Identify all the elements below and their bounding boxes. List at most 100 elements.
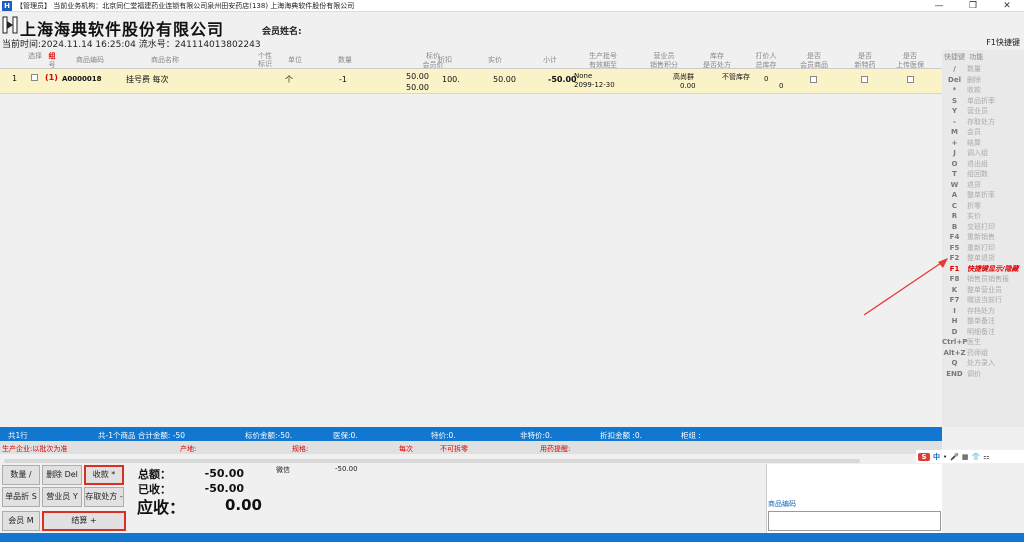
shortcut-item[interactable]: F2 整单退货 xyxy=(942,253,1024,263)
shortcut-item[interactable]: K 整单营业员 xyxy=(942,285,1024,295)
shortcut-item[interactable]: A 整单折率 xyxy=(942,190,1024,200)
row-rebate: 100. xyxy=(442,75,460,84)
shortcut-item[interactable]: B 交班打印 xyxy=(942,222,1024,232)
rx-store-button[interactable]: 存取处方 - xyxy=(84,487,124,507)
shortcut-item[interactable]: F7 赠送当前行 xyxy=(942,295,1024,305)
info-origin: 产地: xyxy=(180,445,197,453)
total-label: 总额： xyxy=(138,468,171,481)
ime-menu-icon[interactable]: ⚏ xyxy=(983,453,989,461)
info-manufacturer: 生产企业:以批次为准 xyxy=(2,445,68,453)
shortcut-item[interactable]: T 组回数 xyxy=(942,169,1024,179)
shortcut-label: 调入组 xyxy=(967,149,988,157)
ime-lang-icon[interactable]: 中 xyxy=(933,452,940,462)
delete-button[interactable]: 删除 Del xyxy=(42,465,82,485)
row-upload-checkbox[interactable] xyxy=(907,76,914,83)
row-unit: 个 xyxy=(285,75,293,84)
product-code-input[interactable] xyxy=(768,511,941,531)
row-sales-staff[interactable]: 高尚群 xyxy=(673,73,694,82)
table-row[interactable]: 1 (1) A0000018 挂号费 每次 个 -1 50.00 50.00 1… xyxy=(0,70,942,94)
shortcut-key: R xyxy=(951,212,958,220)
sales-staff-button[interactable]: 营业员 Y xyxy=(42,487,82,507)
shortcut-item[interactable]: / 数量 xyxy=(942,64,1024,74)
col-discount-flag: 个性标识 xyxy=(258,52,272,68)
shortcut-item[interactable]: END 调价 xyxy=(942,369,1024,379)
shortcut-item[interactable]: Alt+Z药师组 xyxy=(942,348,1024,358)
shortcut-label: 收款 xyxy=(967,86,981,94)
shortcut-item[interactable]: - 存取处方 xyxy=(942,117,1024,127)
shortcut-label: 交班打印 xyxy=(967,222,995,231)
paid-value: -50.00 xyxy=(204,482,244,495)
status-special: 特价:0. xyxy=(431,431,456,440)
row-select-checkbox[interactable] xyxy=(31,74,38,81)
shortcut-item[interactable]: O 退出组 xyxy=(942,159,1024,169)
shortcut-item[interactable]: F5 重新打印 xyxy=(942,243,1024,253)
settle-button[interactable]: 结算 + xyxy=(42,511,126,531)
row-qty[interactable]: -1 xyxy=(339,75,347,84)
col-group: 组 xyxy=(48,52,56,60)
shortcut-item[interactable]: F1 快捷键显示/隐藏 xyxy=(942,264,1024,274)
window-title: 【管理员】 当前业务机构：北京同仁堂福建药业连锁有限公司泉州田安药店(138) … xyxy=(16,1,355,10)
shortcut-key-header: 快捷键 xyxy=(944,53,965,61)
collect-button[interactable]: 收款 * xyxy=(84,465,124,485)
shortcut-item[interactable]: C 折零 xyxy=(942,201,1024,211)
ime-punct-icon[interactable]: • xyxy=(943,453,947,461)
ime-keyboard-icon[interactable]: ▦ xyxy=(962,453,969,461)
shortcut-item[interactable]: S 单品折率 xyxy=(942,96,1024,106)
col-name: 商品名称 xyxy=(151,56,179,64)
shortcut-item[interactable]: Y 营业员 xyxy=(942,106,1024,116)
shortcut-key: D xyxy=(951,327,958,336)
ime-logo-icon[interactable]: S xyxy=(918,453,930,461)
row-print-count: 0 xyxy=(764,75,769,83)
col-stock: 库存 xyxy=(710,52,724,60)
shortcut-label: 赠送当前行 xyxy=(967,296,1002,304)
single-discount-button[interactable]: 单品折 S xyxy=(2,487,40,507)
shortcut-item[interactable]: H 整单备注 xyxy=(942,316,1024,326)
close-button[interactable]: ✕ xyxy=(990,0,1024,12)
qty-button[interactable]: 数量 / xyxy=(2,465,40,485)
shortcut-item[interactable]: W 退货 xyxy=(942,180,1024,190)
shortcut-item[interactable]: J 调入组 xyxy=(942,148,1024,158)
shortcut-item[interactable]: I 存档处方 xyxy=(942,306,1024,316)
row-stock-status: 不管库存 xyxy=(722,73,750,81)
shortcut-key: B xyxy=(951,222,958,231)
member-button[interactable]: 会员 M xyxy=(2,511,40,531)
annotation-arrow-icon xyxy=(863,258,948,316)
row-member-goods-checkbox[interactable] xyxy=(810,76,817,83)
shortcut-item[interactable]: * 收款 xyxy=(942,85,1024,95)
shortcut-label: 单品折率 xyxy=(967,96,995,105)
maximize-button[interactable]: ❐ xyxy=(956,0,990,12)
shortcut-key: W xyxy=(950,180,959,189)
row-new-goods-checkbox[interactable] xyxy=(861,76,868,83)
minimize-button[interactable]: — xyxy=(922,0,956,12)
window-controls: — ❐ ✕ xyxy=(922,0,1024,12)
shortcut-item[interactable]: + 结算 xyxy=(942,138,1024,148)
info-warning: 用药提醒: xyxy=(540,445,571,453)
status-bar: 共1行 共-1个商品 合计金额: -50 标价金额:-50. 医保:0. 特价:… xyxy=(0,427,942,441)
pay-method: 微信 xyxy=(276,466,290,474)
shortcut-label: 销售员销售报 xyxy=(967,275,1009,283)
shortcut-label: 实价 xyxy=(967,212,981,220)
shortcut-item[interactable]: Ctrl+P医生 xyxy=(942,337,1024,347)
row-total-stock: 0 xyxy=(779,82,784,90)
shortcut-item[interactable]: Q 处方录入 xyxy=(942,358,1024,368)
shortcut-item[interactable]: D 明细备注 xyxy=(942,327,1024,337)
shortcut-item[interactable]: Del 删除 xyxy=(942,75,1024,85)
ime-voice-icon[interactable]: 🎤 xyxy=(950,453,959,461)
shortcut-label: 重新销售 xyxy=(967,233,995,241)
shortcut-func-header: 功能 xyxy=(969,53,984,61)
ime-skin-icon[interactable]: 👕 xyxy=(971,453,980,461)
shortcut-item[interactable]: F4 重新销售 xyxy=(942,232,1024,242)
row-list-price: 50.00 xyxy=(406,72,429,81)
bottom-strip xyxy=(0,533,1024,542)
shortcut-item[interactable]: R 实价 xyxy=(942,211,1024,221)
col-is-member: 是否 xyxy=(807,52,821,60)
row-actual-price: 50.00 xyxy=(493,75,516,84)
ime-toolbar: S 中 • 🎤 ▦ 👕 ⚏ xyxy=(916,450,1024,464)
product-info-bar: 生产企业:以批次为准 产地: 规格: 每次 不可拆零 用药提醒: xyxy=(0,441,942,454)
company-logo-icon xyxy=(2,16,18,34)
shortcut-key: END xyxy=(946,369,963,378)
shortcut-label: 结算 xyxy=(967,138,981,147)
row-subtotal: -50.00 xyxy=(548,75,577,84)
shortcut-item[interactable]: F8 销售员销售报 xyxy=(942,274,1024,284)
shortcut-item[interactable]: M 会员 xyxy=(942,127,1024,137)
